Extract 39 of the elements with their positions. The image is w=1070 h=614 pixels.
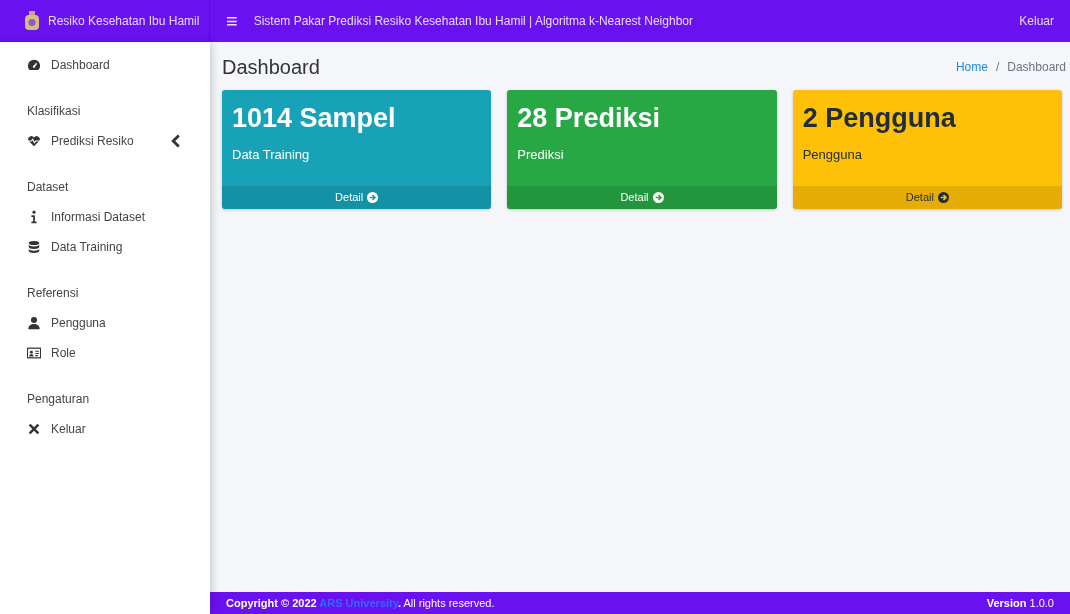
stat-value: 1014 Sampel	[231, 102, 397, 135]
stat-label: Data Training	[231, 145, 311, 164]
section-header: Pengaturan	[26, 391, 91, 408]
stat-value: 28 Prediksi	[516, 102, 661, 135]
app-title: Sistem Pakar Prediksi Resiko Kesehatan Ibu Hamil | Algoritma k-Nearest Neighbor	[253, 13, 694, 30]
sidebar-item[interactable]: Role	[0, 338, 210, 368]
detail-link[interactable]: Detail	[507, 186, 777, 209]
breadcrumb-current: Dashboard	[1007, 59, 1066, 76]
sidebar-item[interactable]: Dashboard	[0, 50, 210, 80]
sidebar-item[interactable]: Pengguna	[0, 308, 210, 338]
section-header: Referensi	[26, 285, 80, 302]
menu-button[interactable]: ≡	[226, 6, 238, 36]
sidebar-item[interactable]: Data Training	[0, 232, 210, 262]
detail-link[interactable]: Detail	[792, 186, 1062, 209]
id-card-icon	[27, 346, 41, 360]
section-header: Dataset	[26, 179, 70, 196]
breadcrumb-separator: /	[995, 59, 1000, 76]
arrow-right-icon	[367, 191, 379, 203]
sidebar-item[interactable]: Informasi Dataset	[0, 202, 210, 232]
logo-icon	[24, 11, 40, 31]
heartbeat-icon	[27, 134, 41, 148]
database-icon	[27, 240, 41, 254]
arrow-right-icon	[652, 191, 664, 203]
gauge-icon	[27, 58, 41, 72]
brand-title: Resiko Kesehatan Ibu Hamil	[48, 13, 200, 30]
stat-label: Pengguna	[801, 145, 863, 164]
copyright-text: Copyright © 2022 ARS University. All rights reserved.	[226, 595, 495, 611]
logout-link[interactable]: Keluar	[1019, 12, 1054, 30]
arrow-right-icon	[937, 191, 949, 203]
sidebar-item[interactable]: Prediksi Resiko	[0, 126, 210, 156]
stat-value: 2 Pengguna	[801, 102, 957, 135]
detail-link[interactable]: Detail	[222, 186, 492, 209]
sidebar-item[interactable]: Keluar	[0, 414, 210, 444]
page-title: Dashboard	[222, 55, 320, 80]
version-text: Version 1.0.0	[986, 595, 1054, 611]
user-icon	[27, 316, 41, 330]
close-icon	[27, 422, 41, 436]
section-header: Klasifikasi	[26, 103, 82, 120]
stat-label: Prediksi	[516, 145, 565, 164]
